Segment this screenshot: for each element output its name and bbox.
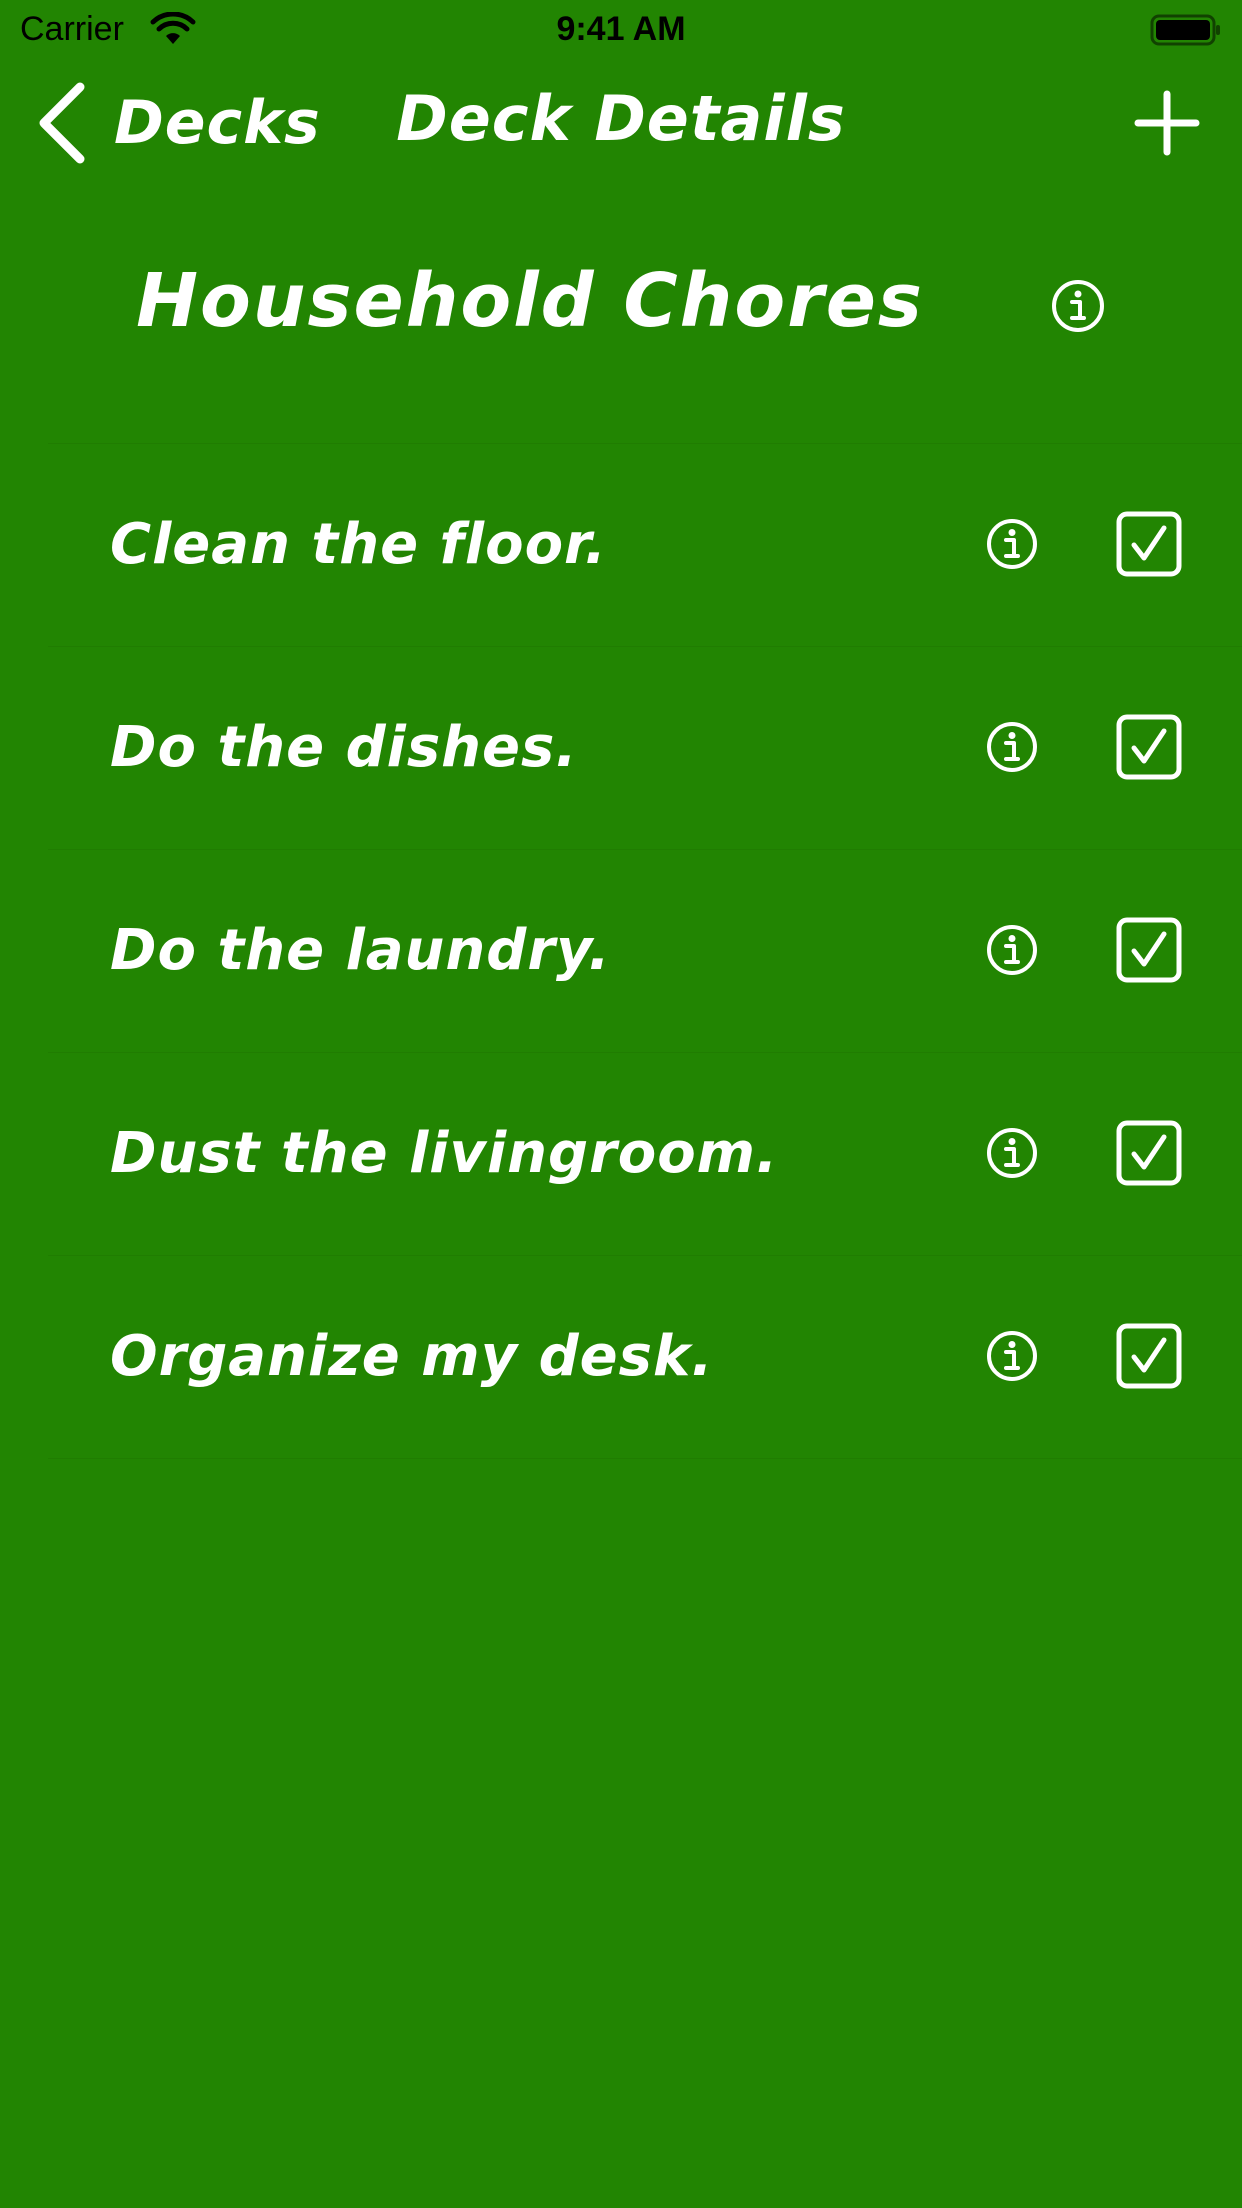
item-label: Clean the floor. (110, 512, 607, 577)
item-label: Organize my desk. (110, 1324, 714, 1389)
checkbox-checked-icon[interactable] (1116, 917, 1182, 983)
info-icon[interactable] (985, 517, 1039, 571)
divider (48, 1458, 1242, 1459)
list-item[interactable]: Organize my desk. (0, 1256, 1242, 1458)
status-time: 9:41 AM (556, 10, 686, 48)
list-item[interactable]: Clean the floor. (0, 444, 1242, 646)
status-bar: Carrier 9:41 AM (0, 0, 1242, 60)
info-icon[interactable] (985, 1329, 1039, 1383)
item-label: Do the laundry. (110, 918, 611, 983)
info-icon[interactable] (985, 923, 1039, 977)
navigation-bar: Decks Deck Details (0, 60, 1242, 190)
page-title: Deck Details (396, 82, 846, 155)
checkbox-checked-icon[interactable] (1116, 1323, 1182, 1389)
checkbox-checked-icon[interactable] (1116, 1120, 1182, 1186)
checkbox-checked-icon[interactable] (1116, 511, 1182, 577)
item-label: Do the dishes. (110, 715, 578, 780)
list-item[interactable]: Do the laundry. (0, 850, 1242, 1052)
item-list: Clean the floor. Do the dishes. Do the l… (0, 443, 1242, 1459)
list-item[interactable]: Do the dishes. (0, 647, 1242, 849)
battery-icon (1150, 14, 1220, 46)
deck-title: Household Chores (136, 258, 924, 344)
info-icon[interactable] (1050, 278, 1106, 334)
plus-icon[interactable] (1132, 88, 1202, 158)
info-icon[interactable] (985, 1126, 1039, 1180)
info-icon[interactable] (985, 720, 1039, 774)
item-label: Dust the livingroom. (110, 1121, 779, 1186)
list-item[interactable]: Dust the livingroom. (0, 1053, 1242, 1255)
deck-header: Household Chores (0, 240, 1242, 370)
checkbox-checked-icon[interactable] (1116, 714, 1182, 780)
